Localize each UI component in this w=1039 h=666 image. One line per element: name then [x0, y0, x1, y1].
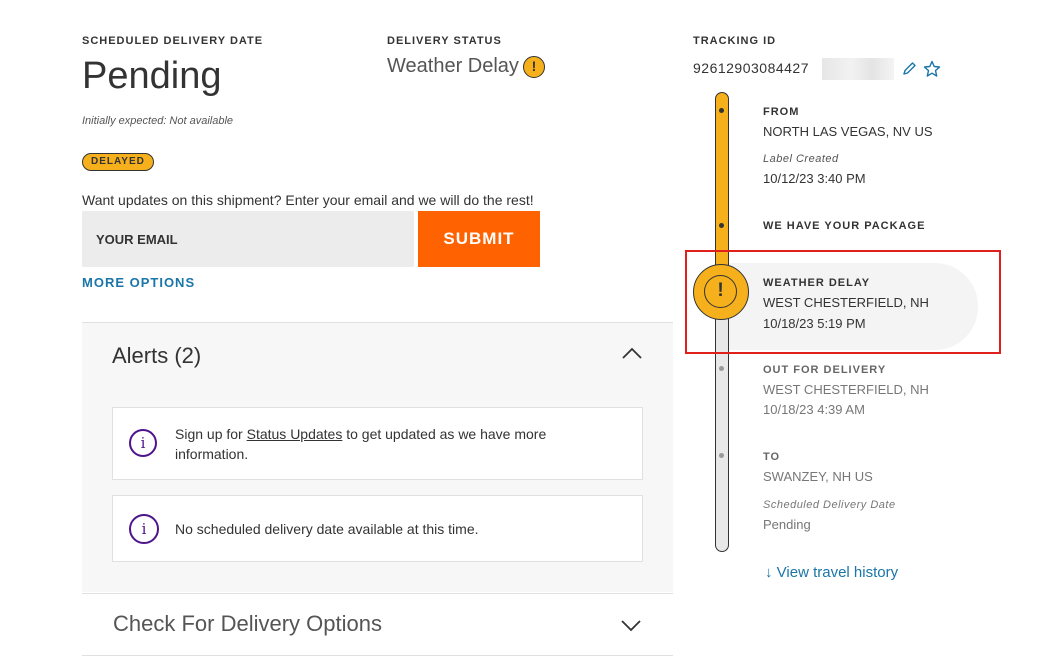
to-location: SWANZEY, NH US: [763, 469, 873, 484]
info-icon: i: [129, 514, 159, 544]
delivery-options-title[interactable]: Check For Delivery Options: [113, 611, 382, 637]
scheduled-delivery-label: SCHEDULED DELIVERY DATE: [82, 35, 264, 47]
out-for-delivery-title: OUT FOR DELIVERY: [763, 364, 887, 376]
delayed-badge: DELAYED: [82, 153, 154, 171]
alerts-title: Alerts (2): [112, 343, 202, 368]
more-options-link[interactable]: MORE OPTIONS: [82, 275, 195, 290]
have-package-title: WE HAVE YOUR PACKAGE: [763, 220, 926, 232]
highlight-annotation-box: [685, 250, 1001, 354]
redacted-region: [822, 58, 894, 80]
scheduled-delivery-value: Pending: [82, 55, 222, 97]
from-datetime: 10/12/23 3:40 PM: [763, 171, 866, 186]
info-icon: i: [129, 429, 157, 457]
label-created-text: Label Created: [763, 153, 839, 165]
alerts-panel: Alerts (2) i Sign up for Status Updates …: [82, 322, 673, 592]
scheduled-delivery-date-label: Scheduled Delivery Date: [763, 499, 896, 511]
delivery-status-text: Weather Delay: [387, 55, 519, 77]
timeline-dot: [719, 366, 724, 371]
alert-card-status-updates: i Sign up for Status Updates to get upda…: [112, 407, 643, 480]
out-for-delivery-location: WEST CHESTERFIELD, NH: [763, 382, 929, 397]
arrow-down-icon: ↓: [765, 564, 773, 581]
alert-card-no-date: i No scheduled delivery date available a…: [112, 495, 643, 562]
timeline-dot: [719, 453, 724, 458]
star-icon[interactable]: [923, 60, 941, 78]
tracking-number: 92612903084427: [693, 60, 810, 76]
updates-prompt: Want updates on this shipment? Enter you…: [82, 192, 534, 208]
status-updates-link[interactable]: Status Updates: [247, 426, 343, 442]
alert-text: No scheduled delivery date available at …: [175, 521, 479, 537]
out-for-delivery-datetime: 10/18/23 4:39 AM: [763, 402, 865, 417]
to-title: TO: [763, 451, 781, 463]
timeline-dot: [719, 108, 724, 113]
divider: [82, 593, 673, 594]
email-input[interactable]: [82, 211, 414, 267]
submit-button[interactable]: SUBMIT: [418, 211, 540, 267]
timeline-dot: [719, 223, 724, 228]
chevron-down-icon[interactable]: [620, 617, 642, 633]
from-location: NORTH LAS VEGAS, NV US: [763, 124, 933, 139]
to-scheduled-value: Pending: [763, 517, 811, 532]
delivery-status-value: Weather Delay !: [387, 55, 545, 78]
view-travel-history-link[interactable]: ↓ View travel history: [765, 564, 898, 581]
alert-text: Sign up for Status Updates to get update…: [175, 424, 605, 464]
initially-expected-text: Initially expected: Not available: [82, 115, 234, 127]
delivery-status-label: DELIVERY STATUS: [387, 35, 502, 47]
from-title: FROM: [763, 106, 800, 118]
alert-text-prefix: Sign up for: [175, 426, 247, 442]
pencil-icon[interactable]: [901, 61, 917, 77]
chevron-up-icon[interactable]: [621, 345, 643, 361]
divider: [82, 655, 673, 656]
warning-icon: !: [522, 55, 545, 78]
tracking-id-label: TRACKING ID: [693, 35, 777, 47]
view-travel-history-text: View travel history: [776, 564, 899, 581]
